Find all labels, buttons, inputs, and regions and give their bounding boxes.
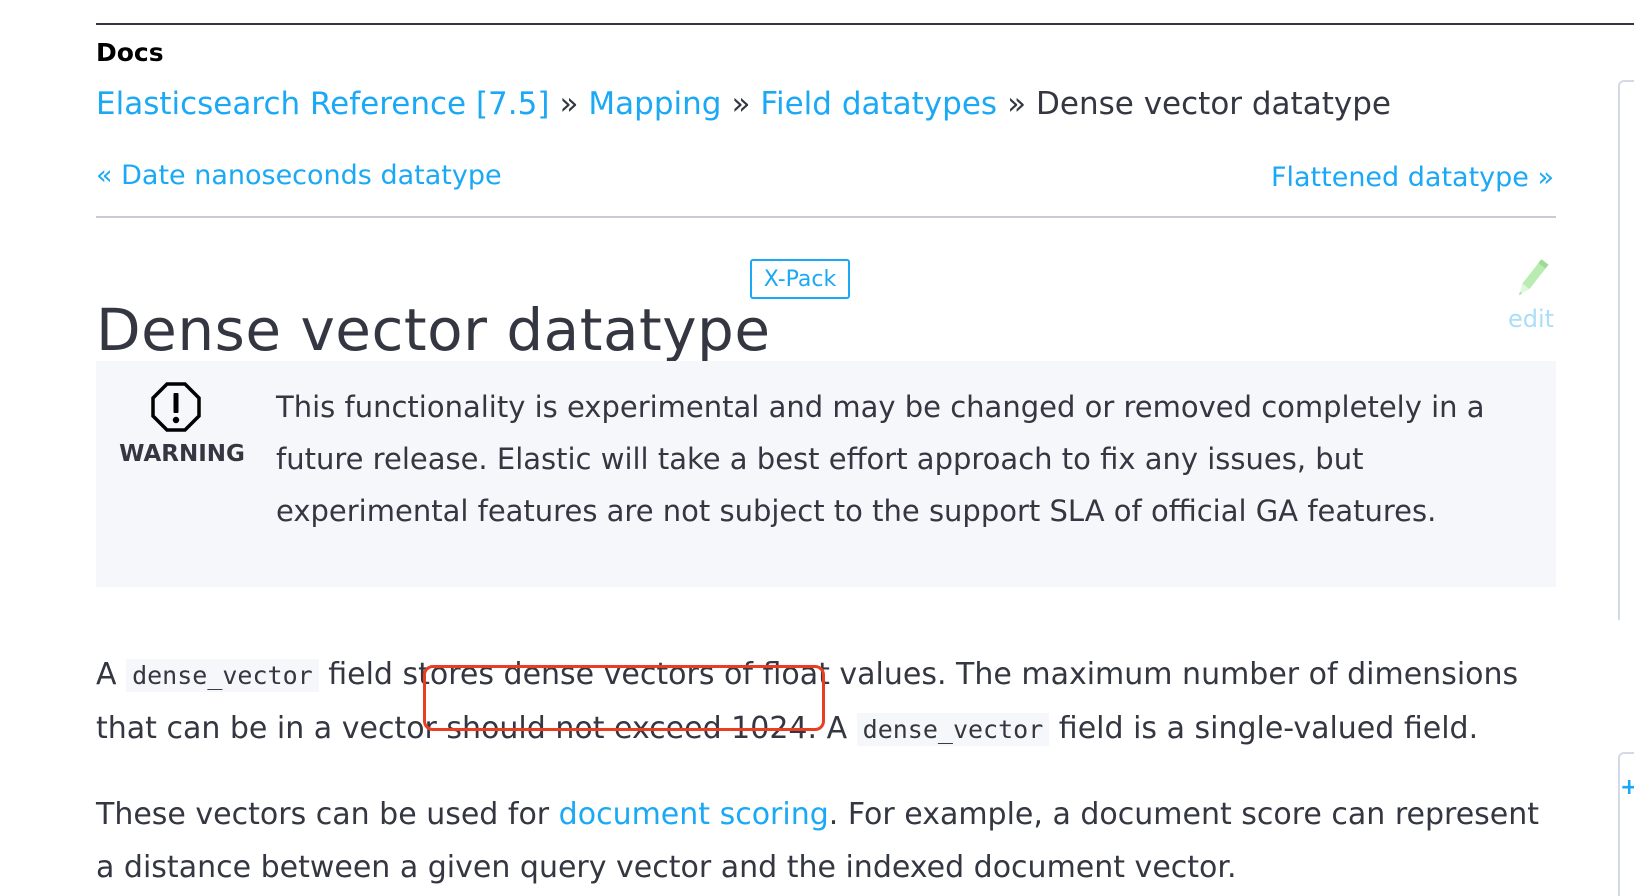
right-side-panel-edge (1618, 80, 1634, 620)
dense-vector-description: A dense_vector field stores dense vector… (96, 648, 1566, 756)
right-side-widget-edge[interactable] (1618, 752, 1634, 896)
warning-octagon-icon (151, 382, 201, 432)
warning-label: WARNING (119, 441, 245, 467)
warning-callout: WARNING This functionality is experiment… (96, 361, 1556, 587)
previous-page-link[interactable]: « Date nanoseconds datatype (96, 160, 502, 191)
breadcrumb: Elasticsearch Reference [7.5]» Mapping» Fi… (96, 86, 1391, 122)
breadcrumb-separator: » (559, 86, 579, 122)
docs-heading: Docs (96, 38, 164, 67)
documentation-page: Docs Elasticsearch Reference [7.5]» Mappi… (0, 0, 1634, 896)
description-text-end: field is a single-valued field. (1049, 711, 1479, 746)
xpack-badge: X-Pack (750, 259, 850, 299)
breadcrumb-field-datatypes-link[interactable]: Field datatypes (760, 86, 997, 122)
plus-icon[interactable]: + (1620, 775, 1634, 800)
edit-label: edit (1507, 305, 1555, 333)
top-divider (96, 23, 1634, 25)
breadcrumb-separator: » (731, 86, 751, 122)
breadcrumb-mapping-link[interactable]: Mapping (588, 86, 721, 122)
navigation-divider (96, 216, 1556, 218)
dense-vector-code: dense_vector (856, 713, 1050, 746)
breadcrumb-current-page: Dense vector datatype (1036, 86, 1391, 122)
breadcrumb-elasticsearch-reference-link[interactable]: Elasticsearch Reference [7.5] (96, 86, 549, 122)
pencil-icon (1519, 259, 1549, 296)
dense-vector-code: dense_vector (126, 659, 319, 692)
description-text-start: A (96, 657, 127, 692)
document-scoring-link[interactable]: document scoring (559, 797, 829, 832)
scoring-text-start: These vectors can be used for (96, 797, 559, 832)
page-title: Dense vector datatype (96, 295, 771, 364)
edit-link[interactable]: edit (1502, 255, 1560, 337)
breadcrumb-separator: » (1007, 86, 1027, 122)
warning-message: This functionality is experimental and m… (276, 390, 1485, 528)
document-scoring-description: These vectors can be used for document s… (96, 788, 1566, 894)
next-page-link[interactable]: Flattened datatype » (1271, 162, 1554, 193)
